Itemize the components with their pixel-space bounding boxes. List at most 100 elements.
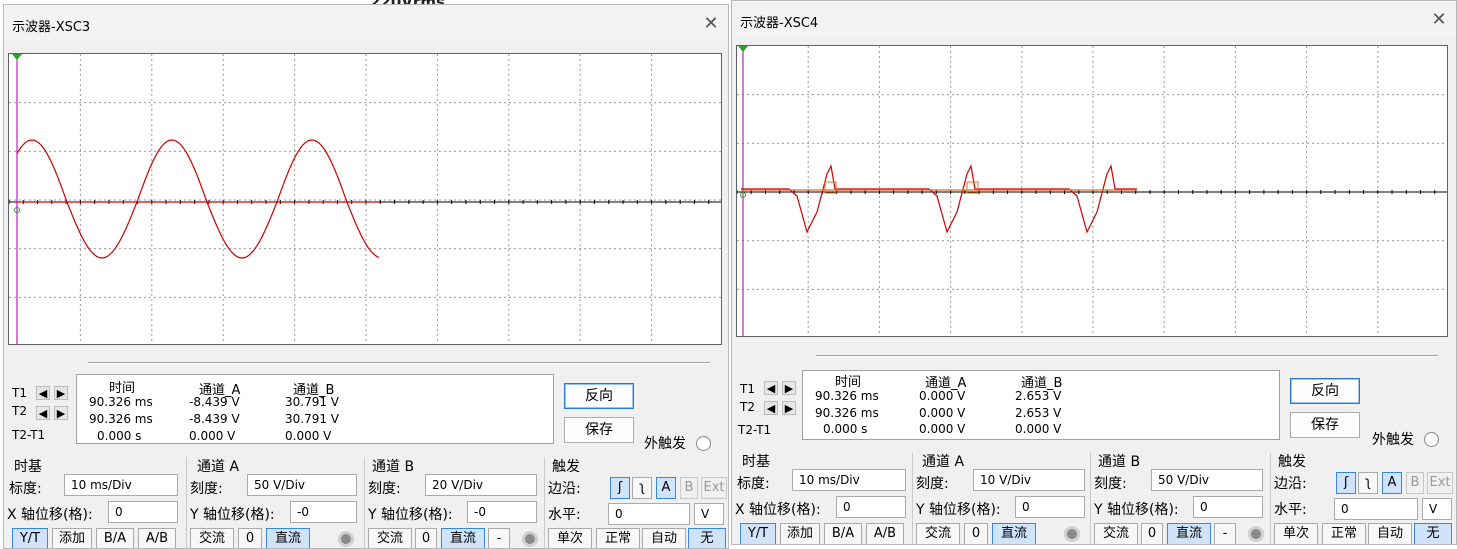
oscilloscope-window-xsc4[interactable]: 示波器-XSC4 ✕ T1 ◀ ▶ T2 ◀ ▶ T2-T1 时间 通道_A 通… xyxy=(731,0,1457,545)
trigger-edge-label: 边沿: xyxy=(1274,476,1307,492)
channel-a-title: 通道 A xyxy=(922,454,965,470)
trigger-level-unit[interactable]: V xyxy=(694,503,724,525)
mode-yt-button[interactable]: Y/T xyxy=(740,523,776,544)
reverse-button[interactable]: 反向 xyxy=(1290,378,1360,404)
t2-right-arrow-icon[interactable]: ▶ xyxy=(54,406,68,420)
trigger-source-b-button[interactable]: B xyxy=(1406,472,1424,494)
channel-b-trace xyxy=(17,201,380,259)
save-button[interactable]: 保存 xyxy=(1290,412,1360,438)
timebase-title: 时基 xyxy=(14,459,42,475)
timebase-scale-label: 标度: xyxy=(9,481,42,497)
trigger-level-field[interactable]: 0 xyxy=(608,503,690,525)
ext-trigger-radio[interactable] xyxy=(1424,432,1439,447)
t1-a: 0.000 V xyxy=(919,389,966,403)
channel-b-color-icon[interactable] xyxy=(1248,526,1264,542)
channel-a-color-icon[interactable] xyxy=(1064,526,1080,542)
cursor-readout-table: 时间 通道_A 通道_B 90.326 ms 0.000 V 2.653 V 9… xyxy=(802,370,1280,440)
falling-edge-icon[interactable]: ʅ xyxy=(632,477,652,499)
timebase-scale-field[interactable]: 10 ms/Div xyxy=(792,469,906,491)
close-icon[interactable]: ✕ xyxy=(1428,9,1450,31)
ext-trigger-radio[interactable] xyxy=(696,436,711,451)
channel-a-ac-button[interactable]: 交流 xyxy=(190,528,234,548)
trigger-source-b-button[interactable]: B xyxy=(680,477,698,499)
channel-b-ypos-field[interactable]: -0 xyxy=(467,501,537,523)
channel-b-ypos-field[interactable]: 0 xyxy=(1193,496,1263,518)
channel-a-dc-button[interactable]: 直流 xyxy=(992,523,1036,544)
channel-b-scale-field[interactable]: 50 V/Div xyxy=(1151,469,1263,491)
rising-edge-icon[interactable]: ʃ xyxy=(1336,472,1356,494)
channel-a-scale-field[interactable]: 50 V/Div xyxy=(247,474,357,496)
xpos-field[interactable]: 0 xyxy=(836,496,906,518)
mode-ab-button[interactable]: A/B xyxy=(138,528,176,548)
t1-right-arrow-icon[interactable]: ▶ xyxy=(54,386,68,400)
channel-a-gnd-button[interactable]: 0 xyxy=(238,528,262,548)
cursor-t1-marker-icon[interactable] xyxy=(12,54,22,60)
save-button[interactable]: 保存 xyxy=(564,417,634,443)
channel-a-scale-field[interactable]: 10 V/Div xyxy=(973,469,1085,491)
trigger-none-button[interactable]: 无 xyxy=(688,528,726,548)
channel-a-ac-button[interactable]: 交流 xyxy=(916,523,960,544)
timebase-scale-field[interactable]: 10 ms/Div xyxy=(64,474,178,496)
mode-add-button[interactable]: 添加 xyxy=(52,528,92,548)
rising-edge-icon[interactable]: ʃ xyxy=(610,477,630,499)
channel-b-dc-button[interactable]: 直流 xyxy=(1167,523,1211,544)
trigger-level-unit[interactable]: V xyxy=(1422,498,1452,520)
trigger-single-button[interactable]: 单次 xyxy=(1274,523,1318,544)
t1-left-arrow-icon[interactable]: ◀ xyxy=(36,386,50,400)
channel-b-ac-button[interactable]: 交流 xyxy=(1094,523,1138,544)
channel-b-minus-button[interactable]: - xyxy=(1214,523,1236,544)
t2-left-arrow-icon[interactable]: ◀ xyxy=(764,401,778,415)
channel-b-dc-button[interactable]: 直流 xyxy=(441,528,485,548)
t1-right-arrow-icon[interactable]: ▶ xyxy=(782,381,796,395)
trigger-auto-button[interactable]: 自动 xyxy=(1368,523,1412,544)
title-bar[interactable]: 示波器-XSC4 ✕ xyxy=(732,1,1456,37)
title-bar[interactable]: 示波器-XSC3 ✕ xyxy=(4,5,728,41)
channel-a-ypos-field[interactable]: -0 xyxy=(290,501,357,523)
channel-b-color-icon[interactable] xyxy=(522,531,538,547)
trigger-normal-button[interactable]: 正常 xyxy=(1322,523,1366,544)
t1-left-arrow-icon[interactable]: ◀ xyxy=(764,381,778,395)
cursor-t1-marker-icon[interactable] xyxy=(738,46,748,52)
channel-a-dc-button[interactable]: 直流 xyxy=(266,528,310,548)
mode-ab-button[interactable]: A/B xyxy=(866,523,904,544)
scroll-separator[interactable] xyxy=(816,355,1438,357)
channel-b-gnd-button[interactable]: 0 xyxy=(1141,523,1163,544)
mode-ba-button[interactable]: B/A xyxy=(96,528,134,548)
t1-label: T1 xyxy=(740,382,755,396)
trigger-auto-button[interactable]: 自动 xyxy=(642,528,686,548)
t2-b: 30.791 V xyxy=(285,412,340,426)
trigger-single-button[interactable]: 单次 xyxy=(548,528,592,548)
trigger-normal-button[interactable]: 正常 xyxy=(596,528,640,548)
trigger-source-a-button[interactable]: A xyxy=(656,477,676,499)
trigger-source-ext-button[interactable]: Ext xyxy=(701,477,727,499)
xpos-field[interactable]: 0 xyxy=(108,501,178,523)
channel-b-minus-button[interactable]: - xyxy=(488,528,510,548)
dt-b: 0.000 V xyxy=(1015,422,1062,436)
trigger-level-field[interactable]: 0 xyxy=(1334,498,1418,520)
channel-a-ypos-field[interactable]: 0 xyxy=(1015,496,1085,518)
channel-a-color-icon[interactable] xyxy=(338,531,354,547)
trigger-level-label: 水平: xyxy=(548,507,581,523)
channel-b-gnd-button[interactable]: 0 xyxy=(415,528,437,548)
channel-b-ac-button[interactable]: 交流 xyxy=(368,528,412,548)
scroll-separator[interactable] xyxy=(88,362,710,364)
mode-yt-button[interactable]: Y/T xyxy=(12,528,48,548)
mode-ba-button[interactable]: B/A xyxy=(824,523,862,544)
reverse-button[interactable]: 反向 xyxy=(564,383,634,409)
t2-right-arrow-icon[interactable]: ▶ xyxy=(782,401,796,415)
channel-a-gnd-button[interactable]: 0 xyxy=(964,523,988,544)
trigger-source-ext-button[interactable]: Ext xyxy=(1427,472,1453,494)
t2-t1-label: T2-T1 xyxy=(12,428,46,442)
dt-a: 0.000 V xyxy=(189,429,236,443)
oscilloscope-window-xsc3[interactable]: 示波器-XSC3 ✕ T1 ◀ ▶ T2 ◀ ▶ T2-T1 时间 通道_A 通… xyxy=(3,4,729,549)
channel-a-scale-label: 刻度: xyxy=(916,476,949,492)
channel-b-scale-field[interactable]: 20 V/Div xyxy=(425,474,537,496)
close-icon[interactable]: ✕ xyxy=(700,13,722,35)
channel-b-ypos-label: Y 轴位移(格): xyxy=(1094,502,1179,518)
trigger-source-a-button[interactable]: A xyxy=(1382,472,1402,494)
trigger-none-button[interactable]: 无 xyxy=(1414,523,1452,544)
t1-a: -8.439 V xyxy=(189,395,240,409)
falling-edge-icon[interactable]: ʅ xyxy=(1358,472,1378,494)
t2-left-arrow-icon[interactable]: ◀ xyxy=(36,406,50,420)
mode-add-button[interactable]: 添加 xyxy=(780,523,820,544)
